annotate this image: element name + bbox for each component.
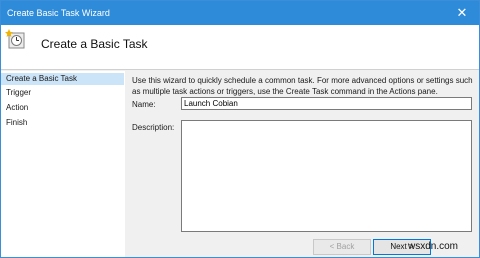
watermark-text: wsxdn.com [407,241,458,252]
wizard-content: Use this wizard to quickly schedule a co… [125,71,479,257]
page-title: Create a Basic Task [41,37,148,51]
description-label: Description: [132,123,175,132]
window-title: Create Basic Task Wizard [7,8,110,18]
description-field[interactable] [181,120,472,232]
title-bar[interactable]: Create Basic Task Wizard ✕ [1,1,479,25]
sidebar-item-trigger[interactable]: Trigger [1,87,124,99]
name-label: Name: [132,100,156,109]
wizard-steps-sidebar: Create a Basic Task Trigger Action Finis… [1,71,125,257]
sidebar-item-create-basic-task[interactable]: Create a Basic Task [1,73,124,85]
wizard-window: Create Basic Task Wizard ✕ Create a Basi… [0,0,480,258]
name-field[interactable] [181,97,472,110]
task-scheduler-icon [5,29,25,49]
sidebar-item-action[interactable]: Action [1,102,124,114]
back-button[interactable]: < Back [313,239,371,255]
intro-text: Use this wizard to quickly schedule a co… [132,76,473,96]
wizard-header: Create a Basic Task [1,25,479,70]
sidebar-item-finish[interactable]: Finish [1,117,124,129]
close-icon[interactable]: ✕ [445,1,479,25]
